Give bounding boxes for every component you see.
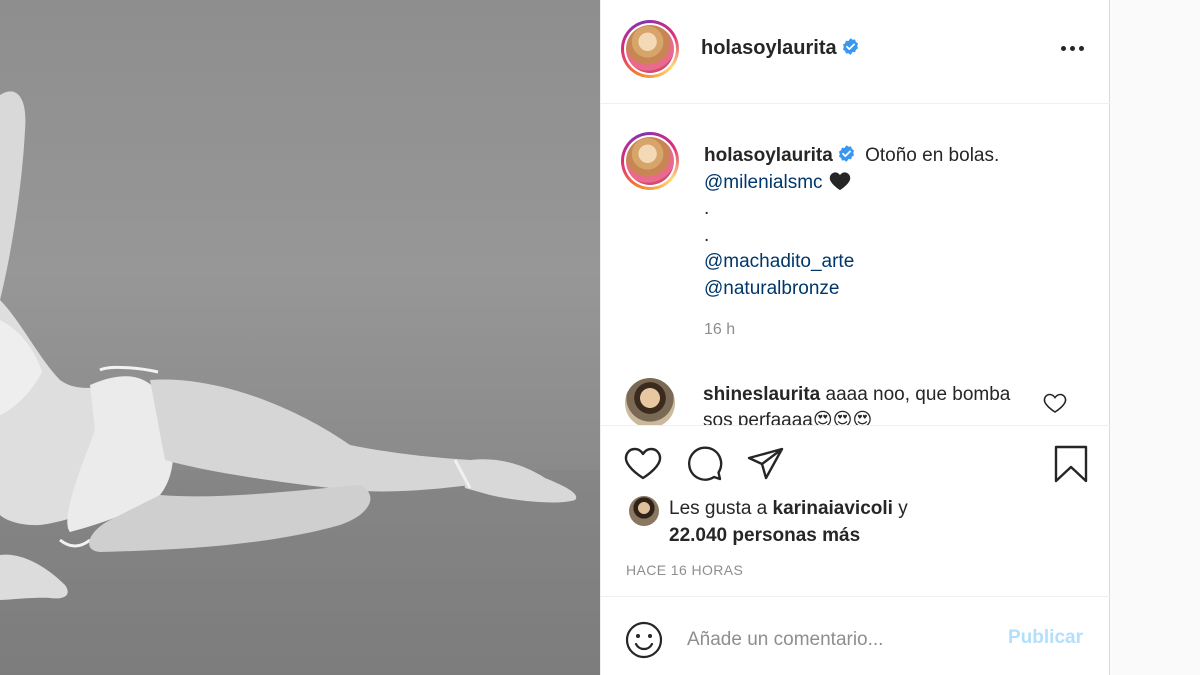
likes-text: Les gusta a karinaiavicoli y 22.040 pers… [669, 496, 908, 549]
post-photo-image [0, 91, 600, 675]
caption-dot: . [704, 198, 710, 219]
caption-text: Otoño en bolas. [865, 145, 1000, 166]
post-side-panel: holasoylaurita holasoylaurita Otoño en b… [600, 0, 1111, 675]
post-header: holasoylaurita [601, 0, 1111, 104]
publish-button[interactable]: Publicar [1008, 627, 1083, 649]
liker-username[interactable]: karinaiavicoli [773, 498, 893, 519]
comment-input[interactable] [687, 625, 987, 655]
post-time-ago[interactable]: HACE 16 HORAS [626, 562, 743, 578]
black-heart-emoji-icon [829, 171, 850, 190]
caption-username[interactable]: holasoylaurita [704, 145, 833, 166]
commenter-username[interactable]: shineslaurita [703, 384, 820, 405]
verified-badge-icon [838, 145, 854, 162]
author-username[interactable]: holasoylaurita [701, 37, 860, 60]
comment-icon[interactable] [685, 444, 725, 484]
likes-prefix: Les gusta a [669, 498, 773, 519]
commenter-avatar[interactable] [625, 378, 675, 425]
share-icon[interactable] [746, 444, 786, 484]
caption-author-avatar[interactable] [621, 132, 679, 190]
bookmark-icon[interactable] [1051, 444, 1091, 484]
instagram-post-view: holasoylaurita holasoylaurita Otoño en b… [0, 0, 1200, 675]
page-background-gutter [1110, 0, 1200, 675]
comment-like-heart-icon[interactable] [1043, 392, 1067, 414]
caption-dot: . [704, 224, 710, 246]
likes-conjunction: y [892, 498, 908, 519]
heart-icon[interactable] [623, 444, 663, 484]
post-photo [0, 0, 600, 675]
liker-avatar[interactable] [629, 496, 659, 526]
author-username-text[interactable]: holasoylaurita [701, 37, 837, 59]
caption-mention-naturalbronze[interactable]: @naturalbronze [704, 276, 1094, 303]
caption-timestamp[interactable]: 16 h [704, 321, 735, 339]
caption-mention-milenialsmc[interactable]: @milenialsmc [704, 172, 823, 193]
post-actions-bar [601, 425, 1111, 500]
author-avatar[interactable] [621, 20, 679, 78]
more-options-icon[interactable] [1057, 36, 1087, 60]
caption-mention-machadito-arte[interactable]: @machadito_arte [704, 249, 1094, 276]
comment-body: shineslaurita aaaa noo, que bomba sos pe… [703, 382, 1043, 425]
emoji-icon[interactable] [624, 620, 664, 660]
post-caption: holasoylaurita Otoño en bolas. @milenial… [704, 143, 1094, 302]
add-comment-bar: Publicar [601, 596, 1111, 675]
verified-badge-icon [842, 38, 858, 55]
comments-section: holasoylaurita Otoño en bolas. @milenial… [601, 105, 1111, 425]
likes-count[interactable]: 22.040 personas más [669, 525, 860, 546]
